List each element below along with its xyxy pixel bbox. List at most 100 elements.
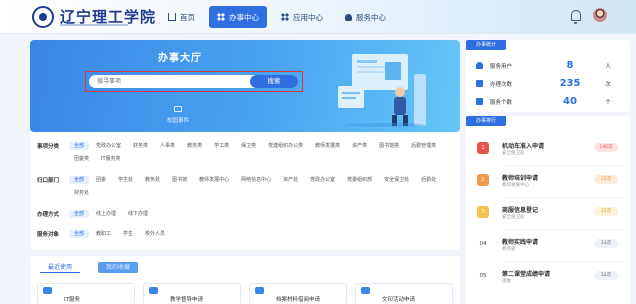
office-illustration	[338, 54, 426, 127]
filter-tag[interactable]: 网络信息中心	[236, 176, 276, 184]
search-button[interactable]: 搜索	[250, 75, 298, 88]
recent-item-name: IT服务	[64, 297, 80, 303]
filter-tag[interactable]: 后勤管理类	[406, 142, 441, 150]
ranking-item[interactable]: 04 教师实践申请 教务处 13次	[474, 232, 624, 262]
recent-item-card[interactable]: 教学督导申请	[143, 283, 241, 304]
filter-row-department: 归口部门 全部 团委 学生处 教务处 图书馆 教师发展中心 网络信息中心 资产处…	[37, 176, 449, 197]
search-input[interactable]	[97, 76, 217, 87]
ranking-item[interactable]: 3 商服信息登记 安全保卫处 15次	[474, 200, 624, 230]
bell-icon[interactable]	[571, 10, 581, 24]
filter-tag[interactable]: 全部	[69, 142, 90, 150]
panel-header: 办事排行	[466, 116, 506, 126]
ranking-item[interactable]: 1 机动车准入申请 安全保卫处 146次	[474, 136, 624, 166]
campus-events-link[interactable]: 校园事件	[148, 116, 208, 124]
filter-tag[interactable]: 党政办公室	[305, 176, 340, 184]
home-icon	[168, 13, 176, 21]
filter-tag[interactable]: 线上办理	[91, 210, 121, 218]
person-icon	[345, 13, 352, 21]
recent-item-card[interactable]: IT服务	[37, 283, 135, 304]
logo-underline	[60, 24, 128, 26]
ranking-department: 安全保卫处	[502, 215, 525, 220]
apps-icon	[281, 13, 289, 21]
filter-tag[interactable]: 资产类	[347, 142, 372, 150]
filter-row-category: 事项分类 全部 党政办公室 财务类 人事类 教务类 学工类 保卫类 党建组织办公…	[37, 142, 449, 163]
filter-tag[interactable]: 人事类	[155, 142, 180, 150]
rank-badge-icon: 1	[477, 142, 489, 154]
filter-tag[interactable]: 教师发展类	[310, 142, 345, 150]
stat-unit: 个	[605, 99, 611, 106]
filter-tag[interactable]: 团委类	[69, 155, 94, 163]
filter-tag[interactable]: 线下办理	[123, 210, 153, 218]
search-bar: 搜索	[89, 75, 298, 88]
folder-icon	[361, 287, 370, 294]
calendar-icon	[174, 106, 182, 112]
tab-favorites[interactable]: 我的收藏	[98, 262, 139, 273]
filter-tag[interactable]: 学生处	[113, 176, 138, 184]
avatar[interactable]	[593, 8, 607, 22]
folder-icon	[255, 287, 264, 294]
filter-tag[interactable]: 教职工	[91, 230, 116, 238]
filter-tag[interactable]: 全部	[69, 176, 90, 184]
folder-icon	[149, 287, 158, 294]
stat-value: 40	[563, 96, 577, 107]
filter-tag[interactable]: IT服务类	[96, 155, 126, 163]
recent-item-card[interactable]: 档案材料借阅申请	[249, 283, 347, 304]
nav-item-app-center[interactable]: 应用中心	[273, 6, 331, 28]
filter-tag[interactable]: 图书馆类	[374, 142, 404, 150]
filter-tag[interactable]: 保卫类	[236, 142, 261, 150]
filter-tag[interactable]: 教师发展中心	[194, 176, 234, 184]
ranking-count-badge: 146次	[594, 143, 618, 152]
stat-row: 办理次数 235 次	[476, 78, 626, 89]
ranking-count-badge: 12次	[594, 271, 618, 280]
user-icon	[476, 62, 483, 69]
main-nav: 首页 办事中心 应用中心 服务中心	[160, 6, 394, 28]
ranking-item[interactable]: 05 第二课堂成绩申请 团委 12次	[474, 264, 624, 294]
filter-label: 办理方式	[37, 212, 60, 218]
filter-tag[interactable]: 全部	[69, 210, 90, 218]
filter-tag[interactable]: 教务类	[182, 142, 207, 150]
ranking-item[interactable]: 2 教师培训申请 教师发展中心 25次	[474, 168, 624, 198]
filter-tag[interactable]: 图书馆	[167, 176, 192, 184]
filter-tag[interactable]: 团委	[91, 176, 111, 184]
tab-recent[interactable]: 最近使用	[40, 262, 81, 273]
nav-item-label: 服务中心	[356, 12, 386, 22]
divider	[502, 261, 622, 262]
nav-item-service-center[interactable]: 办事中心	[209, 6, 267, 28]
filter-tag[interactable]: 党建组织办公类	[263, 142, 308, 150]
filter-tag[interactable]: 财务类	[128, 142, 153, 150]
ranking-department: 教师发展中心	[502, 183, 529, 188]
filter-tag[interactable]: 教务处	[140, 176, 165, 184]
filter-tag[interactable]: 后勤处	[416, 176, 441, 184]
recent-item-card[interactable]: 文印活动申请	[355, 283, 453, 304]
filter-tag[interactable]: 党政办公室	[91, 142, 126, 150]
nav-item-home[interactable]: 首页	[160, 6, 203, 28]
divider	[502, 229, 622, 230]
stat-row: 服务用户 8 人	[476, 60, 626, 71]
nav-item-help-center[interactable]: 服务中心	[337, 6, 394, 28]
filter-tag[interactable]: 党委组织部	[342, 176, 377, 184]
panel-header: 办事统计	[466, 40, 506, 50]
filter-row-audience: 服务对象 全部 教职工 学生 校外人员	[37, 230, 449, 238]
filter-label: 事项分类	[37, 144, 60, 150]
nav-item-label: 办事中心	[229, 12, 259, 22]
filter-tag[interactable]: 学工类	[209, 142, 234, 150]
recent-item-name: 教学督导申请	[170, 297, 204, 303]
document-icon	[476, 80, 483, 87]
filter-tag[interactable]: 财务处	[69, 189, 94, 197]
service-ranking-panel: 办事排行 1 机动车准入申请 安全保卫处 146次 2 教师培训申请 教师发展中…	[466, 116, 630, 304]
list-icon	[476, 98, 483, 105]
ranking-title: 教师培训申请	[502, 175, 539, 182]
rank-number: 05	[479, 273, 487, 279]
filter-tag[interactable]: 校外人员	[140, 230, 170, 238]
recent-item-name: 文印活动申请	[382, 297, 416, 303]
filter-tag[interactable]: 学生	[118, 230, 138, 238]
filter-tag[interactable]: 资产处	[278, 176, 303, 184]
recent-panel: 最近使用 我的收藏 IT服务 教学督导申请 档案材料借阅申请 文印活动申请	[30, 256, 460, 304]
grid-icon	[217, 13, 225, 21]
stat-unit: 次	[605, 81, 611, 88]
ranking-title: 第二课堂成绩申请	[502, 271, 551, 278]
filter-tag[interactable]: 安全保卫处	[379, 176, 414, 184]
ranking-title: 机动车准入申请	[502, 143, 545, 150]
filter-tag[interactable]: 全部	[69, 230, 90, 238]
service-stats-panel: 办事统计 服务用户 8 人 办理次数 235 次 服务个数 40 个	[466, 40, 630, 112]
